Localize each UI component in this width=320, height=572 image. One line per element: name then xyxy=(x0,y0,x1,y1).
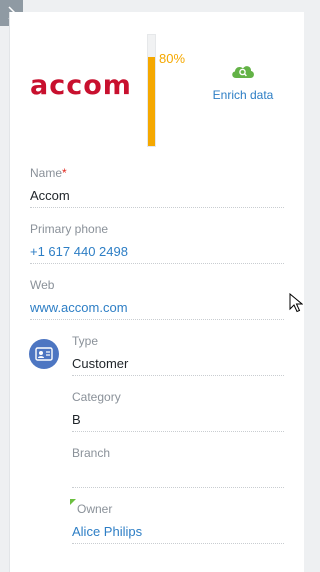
branch-field: Branch xyxy=(72,445,284,488)
category-field: Category B xyxy=(72,389,284,432)
web-field: Web www.accom.com xyxy=(30,277,284,320)
branch-label: Branch xyxy=(72,446,111,460)
mouse-cursor-icon xyxy=(289,293,303,313)
type-label: Type xyxy=(72,334,99,348)
name-field-value[interactable]: Accom xyxy=(30,185,284,208)
name-field: Name* Accom xyxy=(30,165,284,208)
web-value[interactable]: www.accom.com xyxy=(30,297,284,320)
primary-phone-field: Primary phone +1 617 440 2498 xyxy=(30,221,284,264)
account-logo: accom xyxy=(30,70,132,101)
web-label: Web xyxy=(30,278,55,292)
owner-field: Owner Alice Philips xyxy=(72,501,284,544)
name-field-label: Name* xyxy=(30,166,67,180)
profile-completeness-bar[interactable] xyxy=(147,34,156,147)
enrich-data-label: Enrich data xyxy=(212,88,274,102)
primary-phone-label: Primary phone xyxy=(30,222,109,236)
contact-card-icon xyxy=(29,339,59,369)
profile-completeness-value[interactable]: 80% xyxy=(159,51,185,66)
category-value[interactable]: B xyxy=(72,409,284,432)
owner-label: Owner xyxy=(77,502,113,516)
owner-value[interactable]: Alice Philips xyxy=(72,521,284,544)
required-marker: * xyxy=(62,166,67,180)
type-field: Type Customer xyxy=(72,333,284,376)
profile-completeness-fill xyxy=(148,57,155,146)
branch-value[interactable] xyxy=(72,465,284,488)
account-profile-panel: accom 80% Enrich data Name* Accom Primar… xyxy=(9,12,304,572)
cloud-search-icon xyxy=(232,66,254,78)
category-label: Category xyxy=(72,390,121,404)
primary-phone-value[interactable]: +1 617 440 2498 xyxy=(30,241,284,264)
enrich-data-button[interactable]: Enrich data xyxy=(210,62,276,102)
type-value[interactable]: Customer xyxy=(72,353,284,376)
